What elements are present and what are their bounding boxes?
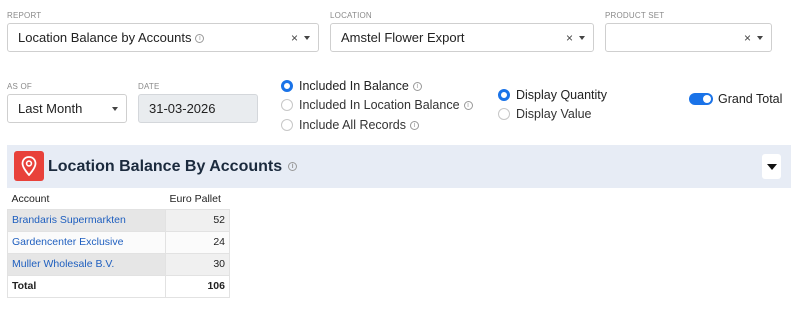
euro-pallet-cell: 24 [165,230,230,254]
euro-pallet-cell: 52 [165,208,230,232]
report-value: Location Balance by Accounts i [18,30,291,45]
euro-pallet-cell: 30 [165,252,230,276]
column-header-account: Account [11,193,50,205]
location-label: LOCATION [330,11,372,20]
panel-header: Location Balance By Accounts i [7,145,791,188]
info-icon: i [410,120,420,130]
map-pin-icon [14,151,44,181]
account-link[interactable]: Muller Wholesale B.V. [7,252,166,276]
date-field: 31-03-2026 [138,94,258,123]
column-header-euro-pallet: Euro Pallet [169,193,221,205]
radio-include-all-records[interactable]: Include All Records i [281,118,420,132]
radio-label: Display Quantity [516,88,608,102]
radio-label: Include All Records [299,118,407,132]
info-icon: i [463,100,473,110]
radio-label: Included In Balance [299,79,409,93]
panel-title: Location Balance By Accounts i [48,158,298,176]
location-value: Amstel Flower Export [341,30,465,45]
radio-unselected-icon[interactable] [281,99,293,111]
product-set-chevron-down-icon[interactable] [757,35,763,40]
collapse-button[interactable] [762,154,781,179]
table-total-row: Total 106 [7,274,230,298]
account-link[interactable]: Gardencenter Exclusive [7,230,166,254]
radio-unselected-icon[interactable] [498,108,510,120]
radio-display-value[interactable]: Display Value [498,107,592,121]
report-select[interactable]: Location Balance by Accounts i × [7,23,319,52]
grand-total-toggle[interactable] [689,93,713,105]
radio-included-in-location-balance[interactable]: Included In Location Balance i [281,98,473,112]
radio-selected-icon[interactable] [281,80,293,92]
as-of-chevron-down-icon[interactable] [112,106,118,111]
info-icon: i [195,34,205,44]
location-clear-icon[interactable]: × [566,31,573,45]
info-icon: i [288,162,298,172]
as-of-value: Last Month [18,101,83,116]
info-icon: i [412,81,422,91]
product-set-clear-icon[interactable]: × [744,31,751,45]
table-row: Brandaris Supermarkten 52 [7,208,230,232]
location-chevron-down-icon[interactable] [579,35,585,40]
account-link[interactable]: Brandaris Supermarkten [7,208,166,232]
total-value: 106 [165,274,230,298]
table-row: Gardencenter Exclusive 24 [7,230,230,254]
location-select[interactable]: Amstel Flower Export × [330,23,594,52]
report-label: REPORT [7,11,42,20]
radio-label: Included In Location Balance [299,98,460,112]
radio-selected-icon[interactable] [498,89,510,101]
total-label: Total [7,274,166,298]
radio-unselected-icon[interactable] [281,119,293,131]
chevron-down-icon [766,163,777,170]
product-set-label: PRODUCT SET [605,11,665,20]
balance-table: Account Euro Pallet Brandaris Supermarkt… [7,193,230,298]
product-set-select[interactable]: × [605,23,772,52]
as-of-label: AS OF [7,82,33,91]
report-clear-icon[interactable]: × [291,31,298,45]
table-row: Muller Wholesale B.V. 30 [7,252,230,276]
date-label: DATE [138,82,160,91]
radio-display-quantity[interactable]: Display Quantity [498,88,607,102]
report-chevron-down-icon[interactable] [304,35,310,40]
grand-total-label: Grand Total [718,92,783,106]
radio-included-in-balance[interactable]: Included In Balance i [281,79,422,93]
as-of-select[interactable]: Last Month [7,94,127,123]
radio-label: Display Value [516,107,592,121]
